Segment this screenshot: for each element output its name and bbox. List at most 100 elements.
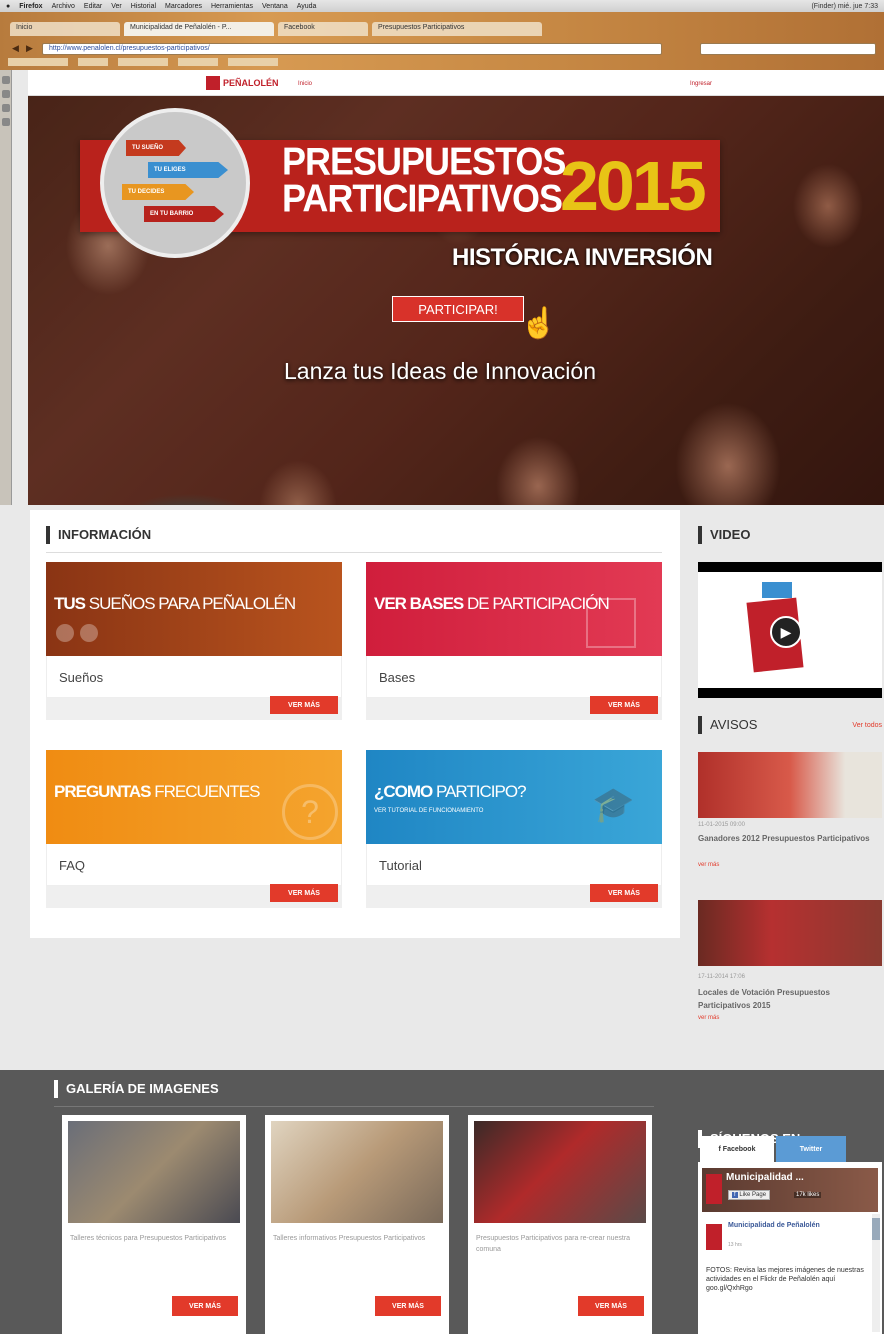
badge-arrow: TU SUEÑO [126, 140, 186, 156]
video-player[interactable]: ▶ [698, 562, 882, 698]
hero-year: 2015 [560, 147, 707, 225]
aviso-image[interactable] [698, 900, 882, 966]
sidebar-icon[interactable] [2, 118, 10, 126]
search-bar[interactable] [700, 43, 876, 55]
aviso-more-link[interactable]: ver más [698, 1015, 719, 1021]
video-section-header: VIDEO [698, 526, 882, 544]
ver-mas-button[interactable]: VER MÁS [590, 884, 658, 902]
os-menubar: ● Firefox Archivo Editar Ver Historial M… [0, 0, 884, 12]
menu-item-firefox[interactable]: Firefox [19, 3, 42, 10]
nav-link-ingresar[interactable]: Ingresar [690, 81, 712, 87]
ver-mas-button[interactable]: VER MÁS [270, 696, 338, 714]
decor-frame [586, 598, 636, 648]
gallery-header: GALERÍA DE IMAGENES [54, 1080, 654, 1107]
info-card-bases[interactable]: VER BASES DE PARTICIPACIÓN Bases VER MÁS [366, 562, 662, 730]
site-logo[interactable]: PEÑALOLÉN [206, 74, 286, 92]
ver-todos-link[interactable]: Ver todos [852, 722, 882, 729]
hero-subtitle: HISTÓRICA INVERSIÓN [452, 244, 713, 271]
sidebar-icon[interactable] [2, 104, 10, 112]
card-label: Bases [366, 656, 662, 698]
ver-mas-button[interactable]: VER MÁS [578, 1296, 644, 1316]
gallery-card[interactable]: Talleres técnicos para Presupuestos Part… [62, 1115, 246, 1334]
menu-item-herramientas[interactable]: Herramientas [211, 3, 253, 10]
fb-scrollbar[interactable] [872, 1214, 880, 1332]
bookmarks-toolbar [8, 58, 868, 68]
fb-post-avatar[interactable] [706, 1224, 722, 1250]
gallery-card[interactable]: Presupuestos Participativos para re-crea… [468, 1115, 652, 1334]
fb-like-button[interactable]: f Like Page [728, 1190, 771, 1200]
thumbs-up-icon: f [732, 1192, 738, 1198]
nav-link-inicio[interactable]: Inicio [298, 81, 312, 87]
bookmark-item[interactable] [228, 58, 278, 66]
gallery-photo[interactable] [474, 1121, 646, 1223]
tab-facebook[interactable]: f Facebook [700, 1136, 774, 1162]
gallery-caption: Presupuestos Participativos para re-crea… [476, 1235, 631, 1253]
card-image-subtitle: VER TUTORIAL DE FUNCIONAMIENTO [374, 808, 484, 814]
url-bar[interactable]: http://www.penalolen.cl/presupuestos-par… [42, 43, 662, 55]
bookmark-item[interactable] [8, 58, 68, 66]
card-label: Tutorial [366, 844, 662, 886]
info-heading: INFORMACIÓN [46, 526, 662, 544]
aviso-title[interactable]: Locales de Votación Presupuestos Partici… [698, 986, 882, 1012]
fb-page-logo [706, 1174, 722, 1204]
fb-scrollbar-thumb[interactable] [872, 1218, 880, 1240]
browser-tab-active[interactable]: Municipalidad de Peñalolén - P... [124, 22, 274, 36]
fb-page-cover[interactable]: Municipalidad ... f Like Page 17k likes [702, 1168, 878, 1212]
decor-circle [80, 624, 98, 642]
bookmark-item[interactable] [178, 58, 218, 66]
video-logo-mark [762, 582, 792, 598]
bookmark-item[interactable] [78, 58, 108, 66]
gallery-photo[interactable] [271, 1121, 443, 1223]
browser-tab-strip: Inicio Municipalidad de Peñalolén - P...… [10, 20, 870, 36]
gallery-caption: Talleres técnicos para Presupuestos Part… [70, 1235, 227, 1242]
badge-arrow: TU DECIDES [122, 184, 194, 200]
card-image: ¿COMO PARTICIPO? VER TUTORIAL DE FUNCION… [366, 750, 662, 844]
bookmark-item[interactable] [118, 58, 168, 66]
aviso-more-link[interactable]: ver más [698, 862, 719, 868]
ver-mas-button[interactable]: VER MÁS [270, 884, 338, 902]
aviso-image[interactable] [698, 752, 882, 818]
gallery-card[interactable]: Talleres informativos Presupuestos Parti… [265, 1115, 449, 1334]
menu-item-ventana[interactable]: Ventana [262, 3, 288, 10]
browser-tab[interactable]: Facebook [278, 22, 368, 36]
forward-icon[interactable]: ▶ [26, 43, 33, 54]
play-icon[interactable]: ▶ [770, 616, 802, 648]
aviso-date: 11-01-2015 09:00 [698, 822, 745, 828]
info-card-suenos[interactable]: TUS SUEÑOS PARA PEÑALOLÉN Sueños VER MÁS [46, 562, 342, 730]
aviso-title[interactable]: Ganadores 2012 Presupuestos Participativ… [698, 832, 882, 845]
hero-title: PRESUPUESTOS PARTICIPATIVOS [282, 142, 566, 220]
info-card-tutorial[interactable]: ¿COMO PARTICIPO? VER TUTORIAL DE FUNCION… [366, 750, 662, 918]
ver-mas-button[interactable]: VER MÁS [172, 1296, 238, 1316]
fb-page-name[interactable]: Municipalidad ... [726, 1172, 804, 1183]
badge-arrow: TU ELIGES [148, 162, 228, 178]
fb-post-author[interactable]: Municipalidad de Peñalolén [728, 1222, 848, 1229]
sidebar-icon[interactable] [2, 76, 10, 84]
gallery-heading: GALERÍA DE IMAGENES [54, 1080, 654, 1098]
menu-item-historial[interactable]: Historial [131, 3, 156, 10]
card-image-title: ¿COMO PARTICIPO? [374, 782, 527, 801]
menu-item-archivo[interactable]: Archivo [52, 3, 75, 10]
apple-icon[interactable]: ● [6, 3, 10, 10]
ver-mas-button[interactable]: VER MÁS [375, 1296, 441, 1316]
fb-post-time: 13 hrs [728, 1242, 742, 1248]
browser-tab[interactable]: Presupuestos Participativos [372, 22, 542, 36]
ver-mas-button[interactable]: VER MÁS [590, 696, 658, 714]
info-card-faq[interactable]: PREGUNTAS FRECUENTES ? FAQ VER MÁS [46, 750, 342, 918]
gallery-photo[interactable] [68, 1121, 240, 1223]
badge-arrow: EN TU BARRIO [144, 206, 224, 222]
gallery-caption: Talleres informativos Presupuestos Parti… [273, 1235, 426, 1242]
menu-item-editar[interactable]: Editar [84, 3, 102, 10]
fb-like-count: 17k likes [794, 1192, 822, 1198]
menu-item-ayuda[interactable]: Ayuda [297, 3, 317, 10]
decor-circle [56, 624, 74, 642]
menu-item-ver[interactable]: Ver [111, 3, 122, 10]
tab-twitter[interactable]: Twitter [776, 1136, 846, 1162]
browser-tab[interactable]: Inicio [10, 22, 120, 36]
menu-item-marcadores[interactable]: Marcadores [165, 3, 202, 10]
sidebar-icon[interactable] [2, 90, 10, 98]
back-icon[interactable]: ◀ [12, 43, 19, 54]
hero-title-line2: PARTICIPATIVOS [282, 175, 563, 220]
social-widget: f Facebook Twitter Municipalidad ... f L… [698, 1136, 882, 1334]
participar-button[interactable]: PARTICIPAR! [392, 296, 524, 322]
card-image-title: VER BASES DE PARTICIPACIÓN [374, 594, 610, 613]
